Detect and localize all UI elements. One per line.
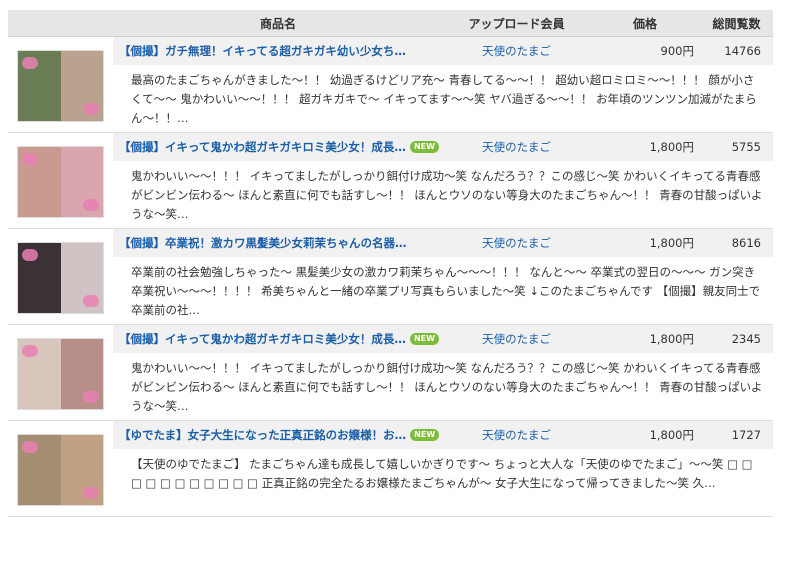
heart-icon	[22, 153, 38, 165]
uploader-link[interactable]: 天使のたまご	[443, 36, 590, 65]
thumbnail-cell[interactable]	[8, 228, 113, 325]
title-cell: 【個撮】ガチ無理！イキってる超ガキガキ幼い少女ち…	[113, 36, 443, 65]
header-views[interactable]: 総閲覧数	[700, 10, 773, 37]
view-count: 14766	[700, 36, 773, 65]
price: 1,800円	[590, 324, 700, 353]
product-title-link[interactable]: 【個撮】イキって鬼かわ超ガキガキロミ美少女！成長…	[113, 331, 406, 347]
new-badge: NEW	[409, 141, 439, 153]
product-description-text: 【天使のゆでたまご】 たまごちゃん達も成長して嬉しいかぎりです〜 ちょっと大人な…	[131, 457, 753, 490]
header-name[interactable]: 商品名	[113, 10, 443, 37]
table-row: 【個撮】イキって鬼かわ超ガキガキロミ美少女！成長… NEW 天使のたまご 1,80…	[8, 132, 773, 229]
price: 1,800円	[590, 132, 700, 161]
product-description-text: 鬼かわいい〜〜！！！ イキってましたがしっかり餌付け成功〜笑 なんだろう？？この…	[131, 169, 763, 221]
title-cell: 【ゆでたま】女子大生になった正真正銘のお嬢様！お… NEW	[113, 420, 443, 449]
product-description-text: 卒業前の社会勉強しちゃった〜 黒髪美少女の激カワ莉茉ちゃん〜〜〜！！！ なんと〜…	[131, 265, 761, 317]
heart-icon	[83, 199, 99, 211]
uploader-link[interactable]: 天使のたまご	[443, 324, 590, 353]
product-description-text: 最高のたまごちゃんがきました〜！！ 幼過ぎるけどリア充〜 青春してる〜〜！！ 超…	[131, 73, 757, 125]
product-title-link[interactable]: 【個撮】卒業祝！激カワ黒髪美少女莉茉ちゃんの名器…	[113, 235, 407, 251]
product-description-text: 鬼かわいい〜〜！！！ イキってましたがしっかり餌付け成功〜笑 なんだろう？？この…	[131, 361, 763, 413]
price: 1,800円	[590, 228, 700, 257]
heart-icon	[22, 441, 38, 453]
table-row-description: 【天使のゆでたまご】 たまごちゃん達も成長して嬉しいかぎりです〜 ちょっと大人な…	[8, 449, 773, 517]
table-row: 【ゆでたま】女子大生になった正真正銘のお嬢様！お… NEW 天使のたまご 1,80…	[8, 420, 773, 517]
view-count: 8616	[700, 228, 773, 257]
product-thumbnail[interactable]	[17, 146, 104, 218]
table-row: 【個撮】イキって鬼かわ超ガキガキロミ美少女！成長… NEW 天使のたまご 1,80…	[8, 324, 773, 421]
table-header-row: 商品名 アップロード会員 価格 総閲覧数	[8, 10, 773, 37]
heart-icon	[83, 391, 99, 403]
table-row: 【個撮】卒業祝！激カワ黒髪美少女莉茉ちゃんの名器… 天使のたまご 1,800円 …	[8, 228, 773, 325]
table-row-description: 最高のたまごちゃんがきました〜！！ 幼過ぎるけどリア充〜 青春してる〜〜！！ 超…	[8, 65, 773, 133]
product-thumbnail[interactable]	[17, 50, 104, 122]
product-title-link[interactable]: 【個撮】ガチ無理！イキってる超ガキガキ幼い少女ち…	[113, 43, 406, 59]
table-row-description: 卒業前の社会勉強しちゃった〜 黒髪美少女の激カワ莉茉ちゃん〜〜〜！！！ なんと〜…	[8, 257, 773, 325]
heart-icon	[22, 249, 38, 261]
product-description: 鬼かわいい〜〜！！！ イキってましたがしっかり餌付け成功〜笑 なんだろう？？この…	[113, 161, 773, 229]
header-thumb	[8, 10, 113, 37]
price: 1,800円	[590, 420, 700, 449]
heart-icon	[22, 57, 38, 69]
product-description: 【天使のゆでたまご】 たまごちゃん達も成長して嬉しいかぎりです〜 ちょっと大人な…	[113, 449, 773, 517]
uploader-link[interactable]: 天使のたまご	[443, 132, 590, 161]
product-title-link[interactable]: 【個撮】イキって鬼かわ超ガキガキロミ美少女！成長…	[113, 139, 406, 155]
new-badge: NEW	[410, 429, 440, 441]
uploader-link[interactable]: 天使のたまご	[443, 420, 590, 449]
thumbnail-cell[interactable]	[8, 324, 113, 421]
product-description: 卒業前の社会勉強しちゃった〜 黒髪美少女の激カワ莉茉ちゃん〜〜〜！！！ なんと〜…	[113, 257, 773, 325]
heart-icon	[83, 295, 99, 307]
title-cell: 【個撮】イキって鬼かわ超ガキガキロミ美少女！成長… NEW	[113, 324, 443, 353]
product-thumbnail[interactable]	[17, 434, 104, 506]
view-count: 2345	[700, 324, 773, 353]
table-row-description: 鬼かわいい〜〜！！！ イキってましたがしっかり餌付け成功〜笑 なんだろう？？この…	[8, 353, 773, 421]
table-row-description: 鬼かわいい〜〜！！！ イキってましたがしっかり餌付け成功〜笑 なんだろう？？この…	[8, 161, 773, 229]
title-cell: 【個撮】卒業祝！激カワ黒髪美少女莉茉ちゃんの名器…	[113, 228, 443, 257]
view-count: 5755	[700, 132, 773, 161]
new-badge: NEW	[409, 333, 439, 345]
product-title-link[interactable]: 【ゆでたま】女子大生になった正真正銘のお嬢様！お…	[113, 427, 406, 443]
thumbnail-cell[interactable]	[8, 132, 113, 229]
product-description: 最高のたまごちゃんがきました〜！！ 幼過ぎるけどリア充〜 青春してる〜〜！！ 超…	[113, 65, 773, 133]
product-thumbnail[interactable]	[17, 242, 104, 314]
heart-icon	[83, 103, 99, 115]
price: 900円	[590, 36, 700, 65]
table-row: 【個撮】ガチ無理！イキってる超ガキガキ幼い少女ち… 天使のたまご 900円 14…	[8, 36, 773, 133]
thumbnail-cell[interactable]	[8, 420, 113, 517]
heart-icon	[83, 487, 99, 499]
heart-icon	[22, 345, 38, 357]
thumbnail-cell[interactable]	[8, 36, 113, 133]
header-price[interactable]: 価格	[590, 10, 700, 37]
title-cell: 【個撮】イキって鬼かわ超ガキガキロミ美少女！成長… NEW	[113, 132, 443, 161]
product-description: 鬼かわいい〜〜！！！ イキってましたがしっかり餌付け成功〜笑 なんだろう？？この…	[113, 353, 773, 421]
product-table: 商品名 アップロード会員 価格 総閲覧数 【個撮】ガチ無理！イキってる超ガキガキ…	[8, 10, 773, 517]
header-uploader[interactable]: アップロード会員	[443, 10, 590, 37]
product-thumbnail[interactable]	[17, 338, 104, 410]
view-count: 1727	[700, 420, 773, 449]
uploader-link[interactable]: 天使のたまご	[443, 228, 590, 257]
